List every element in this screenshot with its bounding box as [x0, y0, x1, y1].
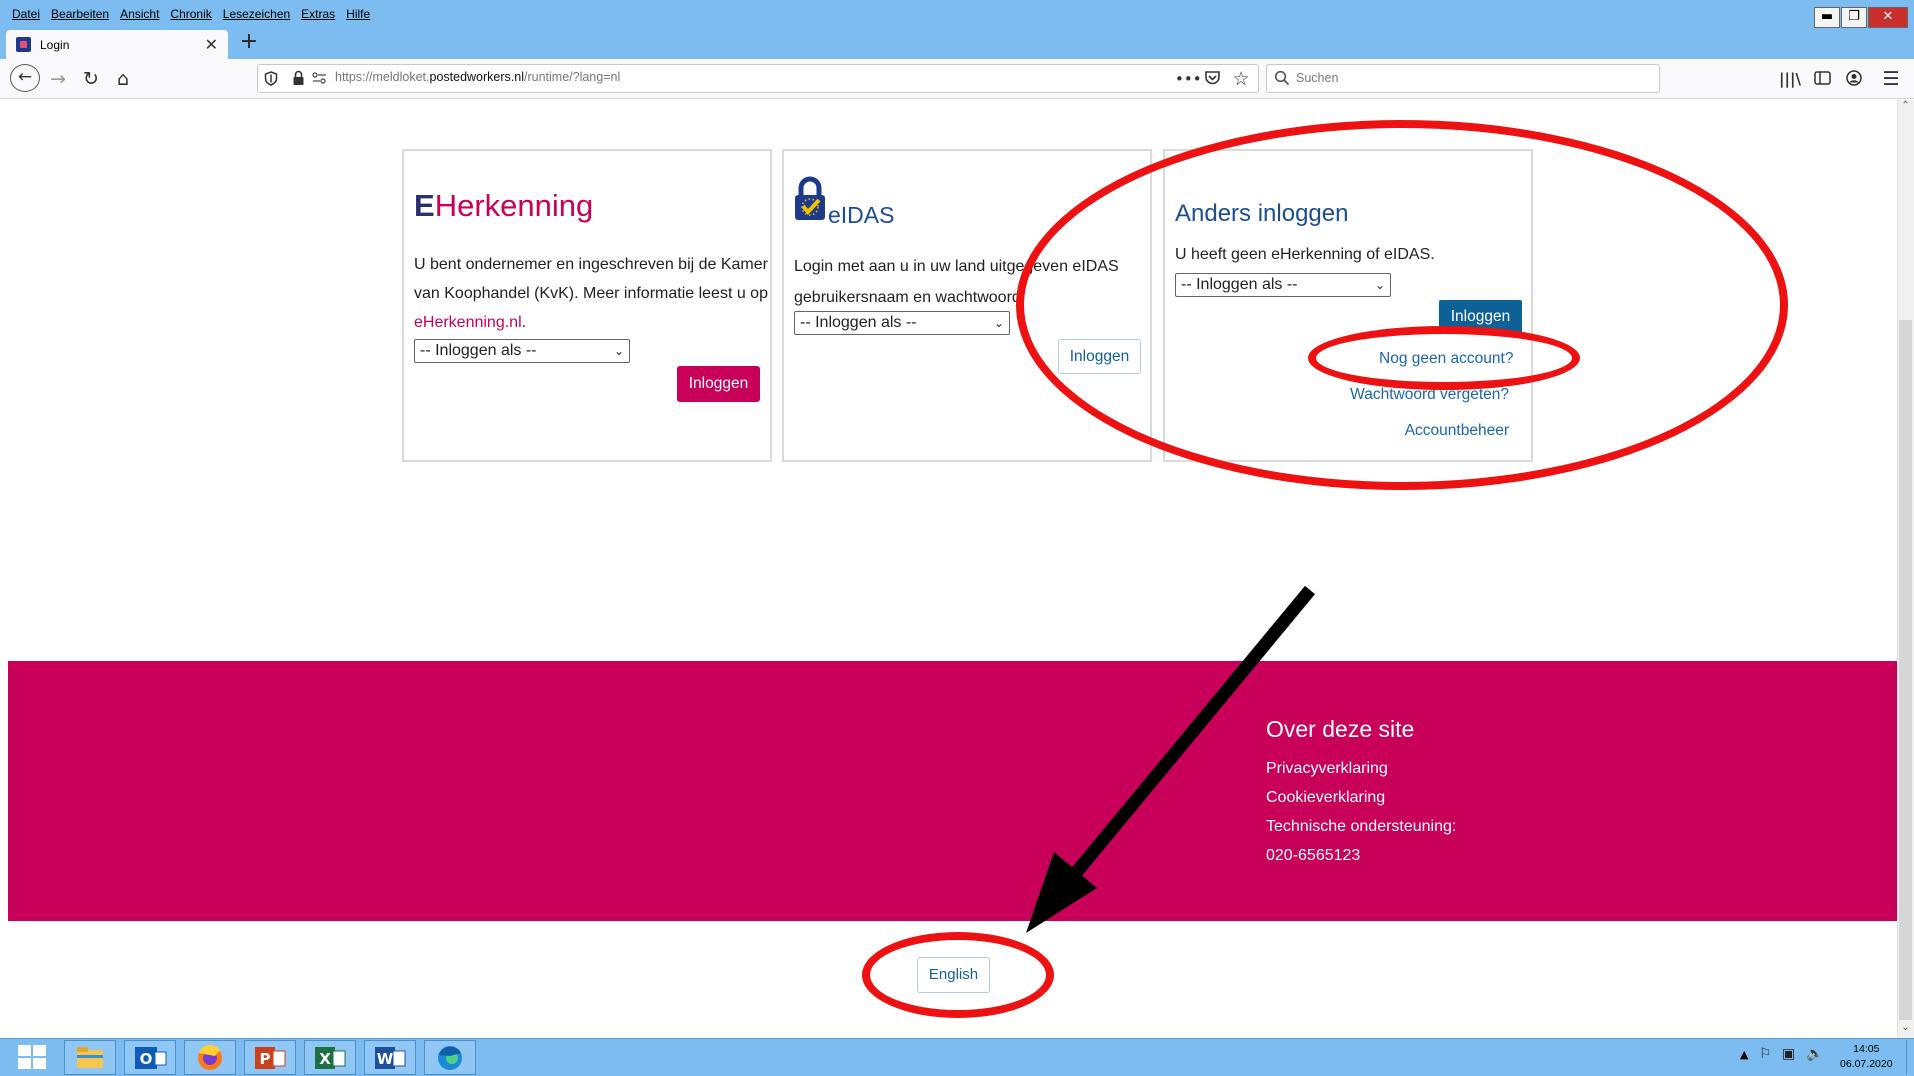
- chevron-down-icon: ⌄: [993, 316, 1004, 330]
- menu-item-chronik[interactable]: Chronik: [170, 7, 211, 25]
- reload-icon[interactable]: ↻: [79, 66, 103, 92]
- taskbar-firefox[interactable]: [184, 1040, 236, 1075]
- url-domain: postedworkers.nl: [429, 70, 525, 84]
- svg-text:O: O: [140, 1050, 153, 1068]
- permissions-icon[interactable]: [312, 72, 327, 84]
- file-explorer-icon: [77, 1047, 103, 1068]
- outlook-icon: O: [135, 1047, 167, 1069]
- tab-close-icon[interactable]: ✕: [205, 35, 218, 55]
- eherkenning-description: U bent ondernemer en ingeschreven bij de…: [414, 256, 768, 331]
- menu-bar: Datei Bearbeiten Ansicht Chronik Lesezei…: [12, 7, 370, 25]
- volume-icon[interactable]: 🔈: [1806, 1046, 1823, 1062]
- taskbar-powerpoint[interactable]: P: [244, 1040, 296, 1075]
- menu-item-datei[interactable]: Datei: [12, 7, 40, 25]
- menu-item-extras[interactable]: Extras: [301, 7, 335, 25]
- library-icon[interactable]: |||\: [1779, 66, 1801, 92]
- eherkenning-login-button[interactable]: Inloggen: [677, 366, 760, 402]
- eidas-login-as-select[interactable]: -- Inloggen als -- ⌄: [794, 311, 1010, 335]
- svg-text:P: P: [260, 1050, 271, 1068]
- taskbar-excel[interactable]: X: [304, 1040, 356, 1075]
- site-footer: [8, 661, 1898, 921]
- show-desktop-button[interactable]: [1906, 1040, 1912, 1074]
- eherkenning-logo: EHerkenning: [414, 188, 594, 223]
- account-icon[interactable]: [1846, 70, 1862, 86]
- powerpoint-icon: P: [255, 1047, 286, 1069]
- menu-item-ansicht[interactable]: Ansicht: [120, 7, 159, 25]
- action-center-flag-icon[interactable]: ⚐: [1759, 1046, 1772, 1062]
- url-text[interactable]: https://meldloket.postedworkers.nl/runti…: [335, 70, 620, 84]
- sidebar-icon[interactable]: [1814, 71, 1831, 85]
- minimize-button[interactable]: ▬: [1814, 7, 1840, 28]
- svg-text:W: W: [377, 1050, 394, 1068]
- excel-icon: X: [315, 1047, 346, 1069]
- scroll-down-icon[interactable]: ⌄: [1898, 1022, 1913, 1037]
- taskbar-word[interactable]: W: [364, 1040, 416, 1075]
- new-tab-button[interactable]: +: [237, 30, 261, 56]
- window-close-button[interactable]: ✕: [1868, 7, 1908, 28]
- lock-icon[interactable]: [292, 70, 305, 86]
- show-hidden-icons-icon[interactable]: ▲: [1740, 1048, 1748, 1061]
- clock-time: 14:05: [1853, 1043, 1880, 1055]
- menu-item-bearbeiten[interactable]: Bearbeiten: [51, 7, 109, 25]
- eherkenning-login-as-select[interactable]: -- Inloggen als -- ⌄: [414, 339, 630, 363]
- technical-support-label: Technische ondersteuning:: [1266, 818, 1457, 835]
- tab-title: Login: [40, 37, 70, 52]
- desktop-screen: Datei Bearbeiten Ansicht Chronik Lesezei…: [0, 0, 1914, 1076]
- eidas-padlock-icon: [795, 176, 825, 220]
- bookmark-star-icon[interactable]: ☆: [1229, 66, 1253, 92]
- chevron-down-icon: ⌄: [613, 344, 624, 358]
- menu-icon[interactable]: ☰: [1880, 66, 1902, 92]
- eherkenning-link[interactable]: eHerkenning.nl: [414, 314, 522, 331]
- taskbar-outlook[interactable]: O: [124, 1040, 176, 1075]
- tab-login[interactable]: Login ✕: [6, 30, 228, 59]
- footer-title: Over deze site: [1266, 716, 1415, 742]
- shield-icon[interactable]: [264, 71, 278, 86]
- annotation-ring-english: [862, 932, 1054, 1018]
- annotation-ring-no-account: [1308, 326, 1580, 390]
- windows-start-icon[interactable]: [18, 1045, 46, 1069]
- scrollbar-thumb[interactable]: [1899, 320, 1912, 1020]
- restore-button[interactable]: ❐: [1841, 7, 1867, 28]
- eidas-logo-text: eIDAS: [828, 202, 895, 228]
- search-placeholder: Suchen: [1296, 71, 1339, 85]
- home-icon[interactable]: ⌂: [111, 66, 135, 92]
- menu-item-hilfe[interactable]: Hilfe: [346, 7, 370, 25]
- more-icon[interactable]: •••: [1175, 66, 1202, 92]
- privacy-statement-link[interactable]: Privacyverklaring: [1266, 760, 1388, 778]
- taskbar-file-explorer[interactable]: [64, 1040, 116, 1075]
- pocket-icon[interactable]: [1204, 70, 1221, 86]
- scroll-up-icon[interactable]: ⌃: [1898, 100, 1913, 115]
- site-favicon-icon: [16, 37, 31, 52]
- forward-icon[interactable]: →: [46, 66, 70, 92]
- taskbar-clock[interactable]: 14:05 06.07.2020: [1840, 1042, 1893, 1072]
- word-icon: W: [375, 1047, 406, 1069]
- back-icon[interactable]: ←: [10, 64, 40, 92]
- support-phone-number: 020-6565123: [1266, 847, 1361, 864]
- clock-date: 06.07.2020: [1840, 1058, 1893, 1070]
- svg-text:X: X: [319, 1050, 331, 1068]
- edge-icon: [438, 1046, 462, 1070]
- cookie-statement-link[interactable]: Cookieverklaring: [1266, 789, 1385, 807]
- menu-item-lesezeichen[interactable]: Lesezeichen: [223, 7, 290, 25]
- search-icon: [1274, 70, 1290, 86]
- taskbar-edge[interactable]: [424, 1040, 476, 1075]
- firefox-icon: [198, 1045, 222, 1070]
- annotation-ring-anders-inloggen: [1016, 120, 1788, 490]
- network-icon[interactable]: ▣: [1782, 1046, 1795, 1062]
